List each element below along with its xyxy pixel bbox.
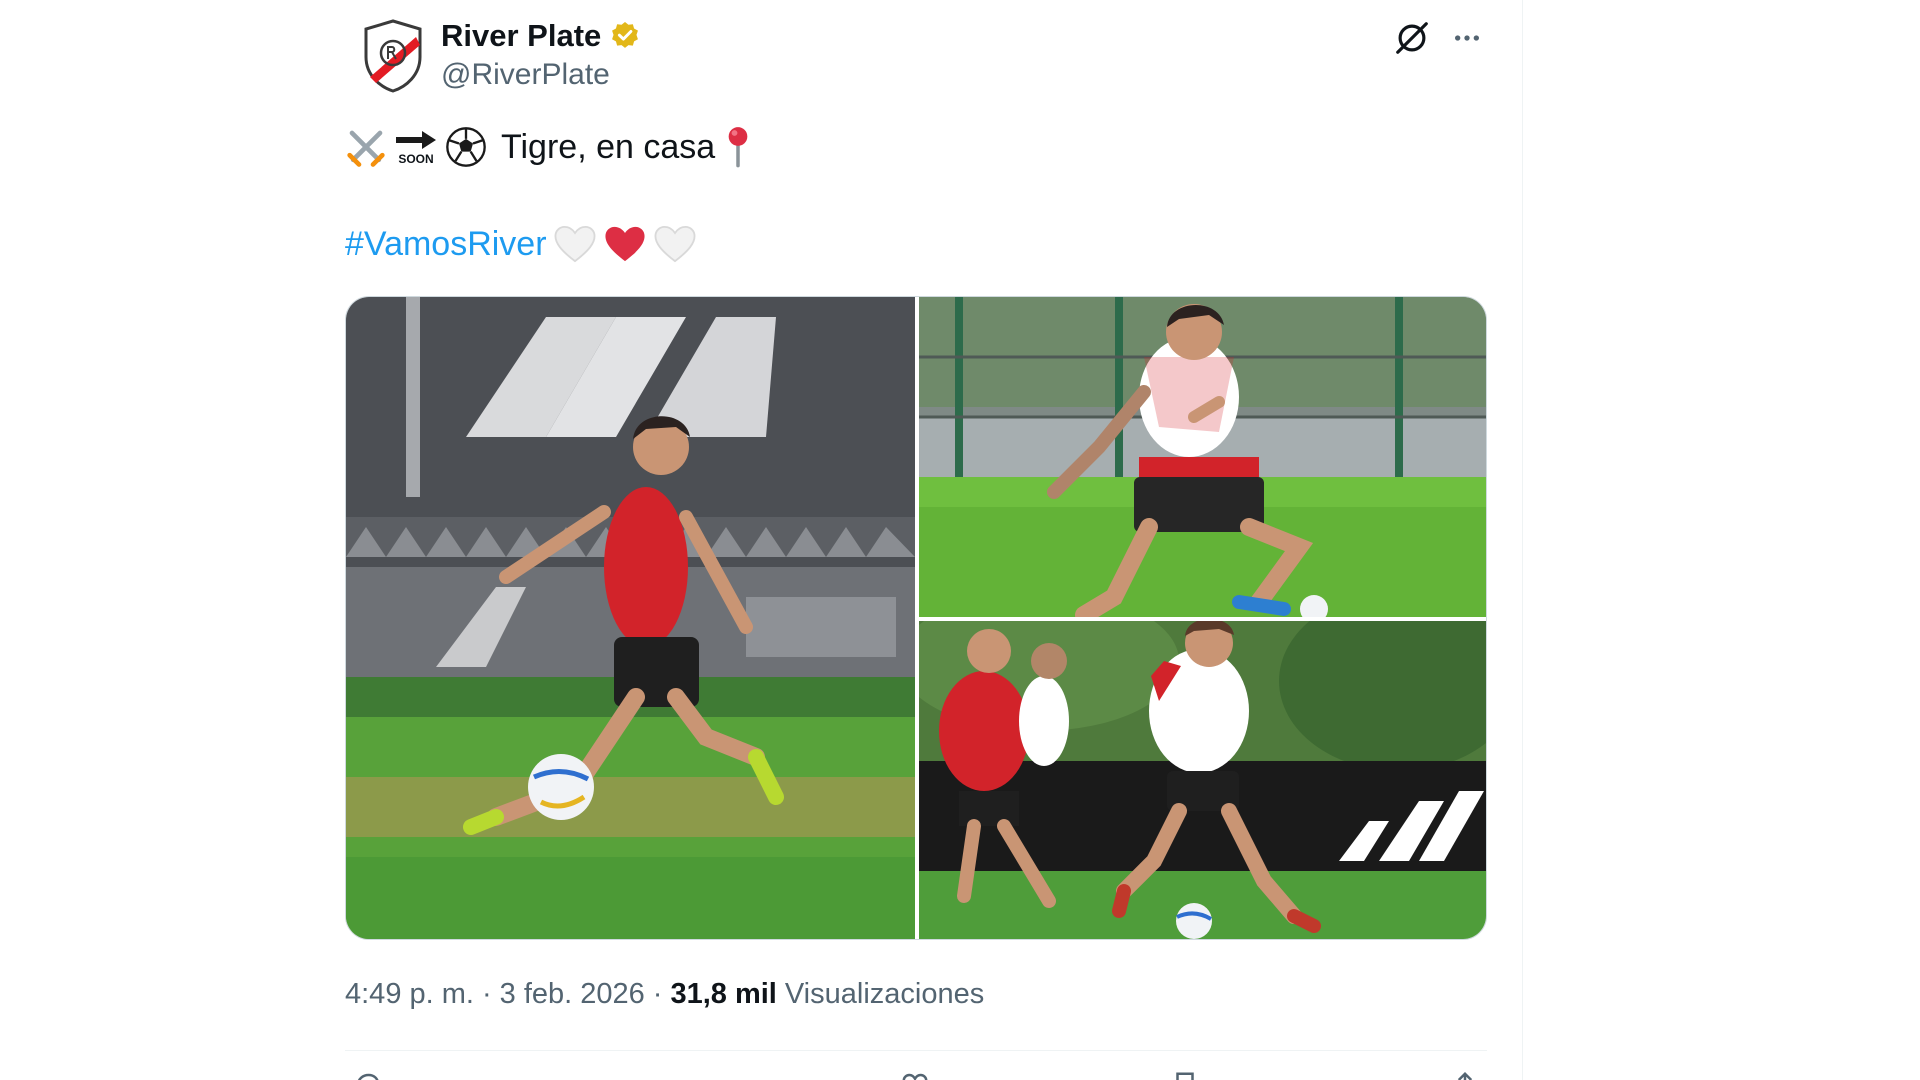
soon-label: SOON: [398, 152, 434, 166]
tweet-text: SOON Tigre, en casa: [345, 126, 755, 168]
red-heart-emoji: [603, 224, 647, 264]
soccer-ball-emoji: [445, 126, 487, 168]
author-name[interactable]: River Plate: [441, 18, 601, 54]
soon-arrow-emoji: SOON: [393, 129, 439, 165]
bookmark-icon[interactable]: [1170, 1070, 1200, 1080]
meta-separator: ·: [481, 978, 492, 1010]
tweet-photo[interactable]: [346, 297, 915, 939]
page: River Plate @RiverPlate SOON Tigre, en c…: [0, 0, 1920, 1080]
divider: [345, 1050, 1487, 1051]
tweet-meta: 4:49 p. m. · 3 feb. 2026 · 31,8 mil Visu…: [345, 978, 984, 1011]
tweet-body-text: Tigre, en casa: [501, 127, 716, 166]
grok-button[interactable]: [1390, 16, 1434, 60]
more-options-button[interactable]: [1445, 16, 1489, 60]
reply-icon[interactable]: [353, 1070, 383, 1080]
river-plate-crest-icon: [364, 19, 422, 93]
action-bar: [345, 1070, 1487, 1080]
share-icon[interactable]: [1450, 1070, 1480, 1080]
views-label: Visualizaciones: [784, 978, 985, 1010]
crossed-swords-emoji: [345, 126, 387, 168]
hashtag-line: #VamosRiver: [345, 224, 697, 264]
hashtag-link[interactable]: #VamosRiver: [345, 225, 547, 264]
tweet-date[interactable]: 3 feb. 2026: [500, 978, 645, 1011]
author-avatar[interactable]: [353, 16, 433, 96]
media-grid: [345, 296, 1487, 940]
round-pushpin-emoji: [721, 126, 755, 168]
more-icon: [1455, 35, 1479, 41]
tweet[interactable]: River Plate @RiverPlate SOON Tigre, en c…: [345, 0, 1487, 1080]
tweet-time[interactable]: 4:49 p. m.: [345, 978, 474, 1011]
views-count: 31,8 mil: [670, 978, 777, 1010]
verified-badge-icon[interactable]: [609, 20, 641, 52]
tweet-photo[interactable]: [919, 297, 1486, 617]
white-heart-emoji: [553, 224, 597, 264]
meta-separator: ·: [652, 978, 663, 1010]
grok-icon: [1396, 22, 1428, 54]
author-handle[interactable]: @RiverPlate: [441, 58, 610, 92]
column-divider: [1522, 0, 1523, 1080]
tweet-photo[interactable]: [919, 621, 1486, 939]
author-name-row: River Plate: [441, 18, 641, 54]
like-icon[interactable]: [900, 1070, 930, 1080]
white-heart-emoji: [653, 224, 697, 264]
